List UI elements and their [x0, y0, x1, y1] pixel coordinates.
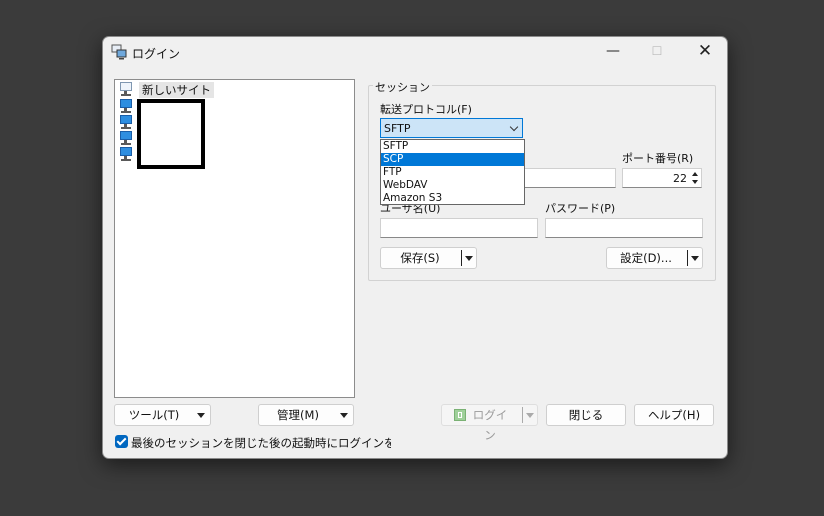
- checkmark-icon: [116, 435, 127, 446]
- save-button-label: 保存(S): [400, 251, 440, 265]
- help-button[interactable]: ヘルプ(H): [634, 404, 714, 426]
- advanced-settings-button[interactable]: 設定(D)...: [606, 247, 703, 269]
- protocol-dropdown-list[interactable]: SFTP SCP FTP WebDAV Amazon S3: [380, 139, 525, 205]
- session-group-title: セッション: [373, 79, 432, 95]
- protocol-option-sftp[interactable]: SFTP: [381, 140, 524, 153]
- minimize-button[interactable]: —: [591, 37, 635, 67]
- password-label: パスワード(P): [545, 202, 616, 215]
- port-label: ポート番号(R): [622, 152, 694, 165]
- dropdown-arrow-icon[interactable]: [340, 413, 348, 418]
- login-icon: [454, 409, 466, 421]
- tree-item-label: 新しいサイト: [139, 82, 214, 98]
- window-title: ログイン: [132, 47, 181, 61]
- dropdown-arrow-icon[interactable]: [691, 256, 699, 261]
- show-login-checkbox-label[interactable]: 最後のセッションを閉じた後の起動時にログインを表示(S): [131, 435, 391, 451]
- protocol-label: 転送プロトコル(F): [380, 103, 472, 116]
- close-button[interactable]: 閉じる: [546, 404, 626, 426]
- site-tree[interactable]: 新しいサイト: [114, 79, 355, 398]
- tools-button-label: ツール(T): [128, 408, 180, 422]
- password-input[interactable]: [545, 218, 703, 238]
- close-window-button[interactable]: ✕: [683, 37, 727, 67]
- maximize-button[interactable]: ☐: [635, 37, 679, 67]
- username-input[interactable]: [380, 218, 538, 238]
- dropdown-arrow-icon[interactable]: [465, 256, 473, 261]
- spin-down-icon[interactable]: [692, 180, 698, 184]
- protocol-select[interactable]: SFTP: [380, 118, 523, 138]
- login-button[interactable]: ログイン: [441, 404, 538, 442]
- dropdown-arrow-icon[interactable]: [197, 413, 205, 418]
- advanced-button-label: 設定(D)...: [620, 251, 672, 265]
- computer-icon: [119, 146, 134, 162]
- save-button[interactable]: 保存(S): [380, 247, 477, 269]
- drag-placeholder-box: [137, 99, 205, 169]
- show-login-checkbox[interactable]: [115, 435, 128, 448]
- winscp-app-icon: [111, 44, 127, 60]
- manage-button-label: 管理(M): [277, 408, 319, 422]
- tools-button[interactable]: ツール(T): [114, 404, 211, 426]
- computer-icon: [119, 130, 134, 146]
- port-value: 22: [673, 172, 687, 185]
- protocol-select-value: SFTP: [384, 122, 411, 135]
- computer-icon: [119, 114, 134, 130]
- chevron-down-icon: [509, 122, 519, 132]
- new-site-icon: [119, 81, 134, 97]
- port-number-input[interactable]: 22: [622, 168, 702, 188]
- login-dialog: ログイン — ☐ ✕ 新しいサイト セッション 転送プロトコル(F) SFTP …: [102, 36, 728, 459]
- protocol-option-ftp[interactable]: FTP: [381, 166, 524, 179]
- protocol-option-amazon-s3[interactable]: Amazon S3: [381, 192, 524, 205]
- protocol-option-webdav[interactable]: WebDAV: [381, 179, 524, 192]
- manage-button[interactable]: 管理(M): [258, 404, 354, 426]
- title-bar[interactable]: ログイン — ☐ ✕: [103, 37, 727, 67]
- protocol-option-scp[interactable]: SCP: [381, 153, 524, 166]
- dropdown-arrow-icon[interactable]: [526, 413, 534, 418]
- computer-icon: [119, 98, 134, 114]
- spin-up-icon[interactable]: [692, 172, 698, 176]
- login-button-label: ログイン: [472, 408, 508, 442]
